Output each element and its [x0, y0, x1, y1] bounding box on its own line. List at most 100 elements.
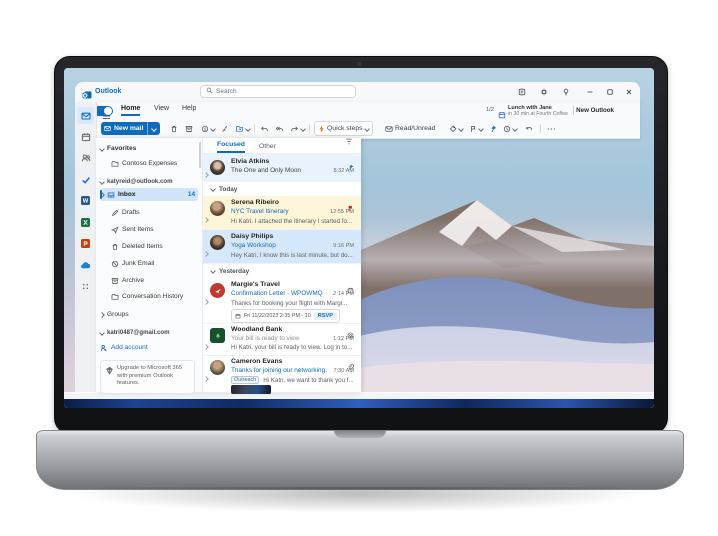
snooze-clock-icon[interactable] — [502, 122, 518, 135]
close-button[interactable] — [622, 85, 635, 98]
reply-all-icon[interactable] — [274, 122, 285, 135]
avatar — [210, 360, 225, 375]
email-row-margies-travel[interactable]: Margie's Travel Confirmation Letter - WP… — [203, 278, 361, 324]
report-icon[interactable] — [200, 122, 216, 135]
new-mail-label: New mail — [114, 125, 143, 132]
archive-icon[interactable] — [184, 122, 194, 135]
rail-word-icon[interactable] — [77, 192, 94, 209]
sender-name: Margie's Travel — [231, 281, 280, 288]
move-to-folder-icon[interactable] — [234, 122, 251, 135]
upgrade-text: Upgrade to Microsoft 365 with premium Ou… — [117, 365, 190, 388]
flag-icon[interactable] — [468, 122, 484, 135]
email-row-serena-ribeiro[interactable]: Serena Ribeiro NYC Travel Itinerary 12:5… — [203, 196, 361, 230]
pin-icon[interactable] — [488, 122, 498, 135]
forward-icon[interactable] — [289, 122, 306, 135]
folder-contoso-expenses[interactable]: Contoso Expenses — [100, 157, 198, 170]
tab-focused[interactable]: Focused — [217, 141, 245, 153]
folder-deleted-items[interactable]: Deleted Items — [100, 240, 198, 253]
tab-view[interactable]: View — [154, 103, 169, 114]
tips-lightbulb-icon[interactable] — [559, 85, 572, 98]
content-panels: Favorites Contoso Expenses katyreid@outl… — [96, 138, 360, 392]
expand-icon[interactable] — [204, 336, 208, 354]
divider — [573, 106, 574, 115]
reply-icon[interactable] — [259, 122, 270, 135]
folder-pane: Favorites Contoso Expenses katyreid@outl… — [96, 138, 202, 392]
avatar-woodland-bank — [210, 328, 225, 343]
read-unread-button[interactable]: Read/Unread — [384, 122, 436, 135]
tab-help[interactable]: Help — [182, 103, 196, 114]
groups-section[interactable]: Groups — [100, 308, 198, 321]
sweep-icon[interactable] — [220, 122, 230, 135]
tag-icon[interactable] — [448, 122, 464, 135]
settings-gear-icon[interactable] — [537, 85, 550, 98]
rail-powerpoint-icon[interactable] — [77, 235, 94, 252]
undo-icon[interactable] — [524, 122, 534, 135]
rail-calendar-icon[interactable] — [77, 128, 94, 145]
minimize-button[interactable] — [583, 85, 596, 98]
folder-drafts[interactable]: Drafts — [100, 206, 198, 219]
expand-icon[interactable] — [204, 291, 208, 309]
image-attachment-thumbnail[interactable] — [231, 385, 271, 394]
email-row-cameron-evans[interactable]: Cameron Evans Thanks for joining our net… — [203, 356, 361, 392]
favorites-section[interactable]: Favorites — [100, 142, 198, 155]
rail-mail-icon[interactable] — [77, 107, 94, 124]
rsvp-button[interactable]: RSVP — [314, 312, 337, 320]
folder-conversation-history[interactable]: Conversation History — [100, 290, 198, 303]
expand-icon[interactable] — [204, 209, 208, 227]
expand-icon[interactable] — [204, 164, 208, 182]
folder-junk-email[interactable]: Junk Email — [100, 257, 198, 270]
read-unread-label: Read/Unread — [395, 125, 435, 132]
app-title: Outlook — [95, 88, 121, 95]
avatar — [210, 201, 225, 216]
maximize-button[interactable] — [603, 85, 616, 98]
folder-inbox[interactable]: Inbox 14 — [100, 188, 198, 201]
quick-steps-label: Quick steps — [327, 125, 363, 132]
event-chip[interactable]: Fri 11/22/2023 2:35 PM - 10 RSVP — [231, 309, 340, 323]
more-options-icon[interactable] — [546, 122, 557, 135]
account-primary[interactable]: katyreid@outlook.com — [100, 175, 198, 188]
laptop-screen: Outlook Search Home View Help — [64, 68, 654, 408]
subject: NYC Travel Itinerary — [231, 208, 289, 215]
rail-todo-icon[interactable] — [77, 171, 94, 188]
timestamp: 1:12 PM — [333, 336, 354, 342]
add-account-button[interactable]: Add account — [100, 341, 198, 354]
delete-icon[interactable] — [169, 122, 179, 135]
rail-more-apps-icon[interactable] — [77, 278, 94, 295]
folder-label: Contoso Expenses — [122, 160, 177, 167]
search-input[interactable]: Search — [200, 85, 356, 98]
rail-onedrive-icon[interactable] — [77, 257, 94, 274]
history-folder-icon — [111, 293, 119, 301]
sender-name: Elvia Atkins — [231, 158, 269, 165]
folder-sent-items[interactable]: Sent Items — [100, 223, 198, 236]
zap-icon — [318, 125, 325, 133]
new-mail-dropdown[interactable] — [147, 122, 160, 135]
search-icon — [206, 87, 213, 96]
expand-icon[interactable] — [204, 368, 208, 386]
rail-excel-icon[interactable] — [77, 214, 94, 231]
email-row-elvia-atkins[interactable]: Elvia Atkins The One and Only Moon 8:32 … — [203, 154, 361, 182]
new-mail-button[interactable]: New mail — [101, 122, 160, 135]
reminder-banner[interactable]: Lunch with Jane in 30 min at Fourth Coff… — [508, 105, 568, 117]
timestamp: 2:14 PM — [333, 291, 354, 297]
travel-logo-icon — [214, 287, 222, 295]
notes-icon[interactable] — [515, 85, 528, 98]
expand-icon[interactable] — [204, 243, 208, 261]
quick-steps-group[interactable]: Quick steps — [314, 121, 373, 136]
account-secondary[interactable]: katri0487@gmail.com — [100, 326, 198, 339]
preview: Hey Katri, I know this is last minute, b… — [231, 252, 353, 259]
email-row-daisy-philips[interactable]: Daisy Philips Yoga Workshop 9:16 PM Hey … — [203, 230, 361, 264]
list-tabs: Focused Other — [203, 138, 361, 154]
tab-home[interactable]: Home — [121, 103, 140, 116]
section-today[interactable]: Today — [203, 182, 361, 196]
folder-pane-scrollbar[interactable] — [199, 142, 201, 168]
folder-archive[interactable]: Archive — [100, 274, 198, 287]
avatar — [210, 160, 225, 175]
outreach-badge: Outreach — [231, 376, 259, 384]
email-row-woodland-bank[interactable]: Woodland Bank Your bill is ready to view… — [203, 324, 361, 356]
rail-people-icon[interactable] — [77, 149, 94, 166]
filter-icon[interactable] — [345, 132, 353, 153]
upgrade-card[interactable]: Upgrade to Microsoft 365 with premium Ou… — [100, 360, 195, 394]
tab-other[interactable]: Other — [259, 143, 276, 153]
section-yesterday[interactable]: Yesterday — [203, 264, 361, 278]
outlook-window: Outlook Search Home View Help — [75, 82, 640, 392]
